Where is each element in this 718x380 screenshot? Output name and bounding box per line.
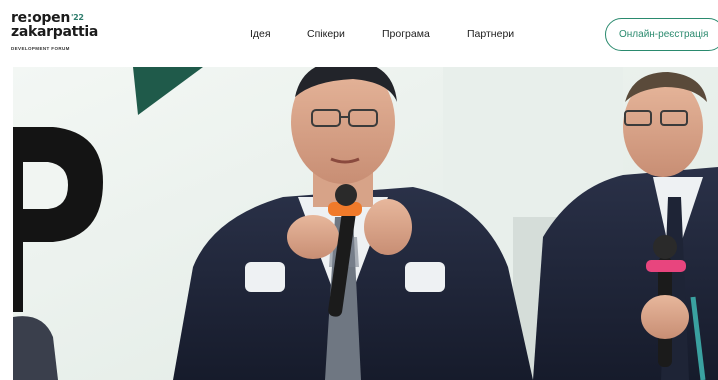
nav-item-speakers[interactable]: Спікери (307, 28, 345, 40)
nav-item-idea[interactable]: Ідея (250, 28, 271, 40)
online-registration-button[interactable]: Онлайн-реєстрація (605, 18, 718, 51)
site-header: re:open'22 zakarpattia DEVELOPMENT FORUM… (0, 0, 718, 66)
nav-item-program[interactable]: Програма (382, 28, 430, 40)
speakers-photo-illustration (13, 67, 718, 380)
logo-subtitle: DEVELOPMENT FORUM (11, 46, 70, 51)
logo[interactable]: re:open'22 zakarpattia DEVELOPMENT FORUM (11, 11, 121, 55)
hero-photo (13, 67, 718, 380)
logo-year: '22 (71, 13, 84, 22)
logo-text-zakarpattia: zakarpattia (11, 24, 99, 40)
nav-item-partners[interactable]: Партнери (467, 28, 514, 40)
